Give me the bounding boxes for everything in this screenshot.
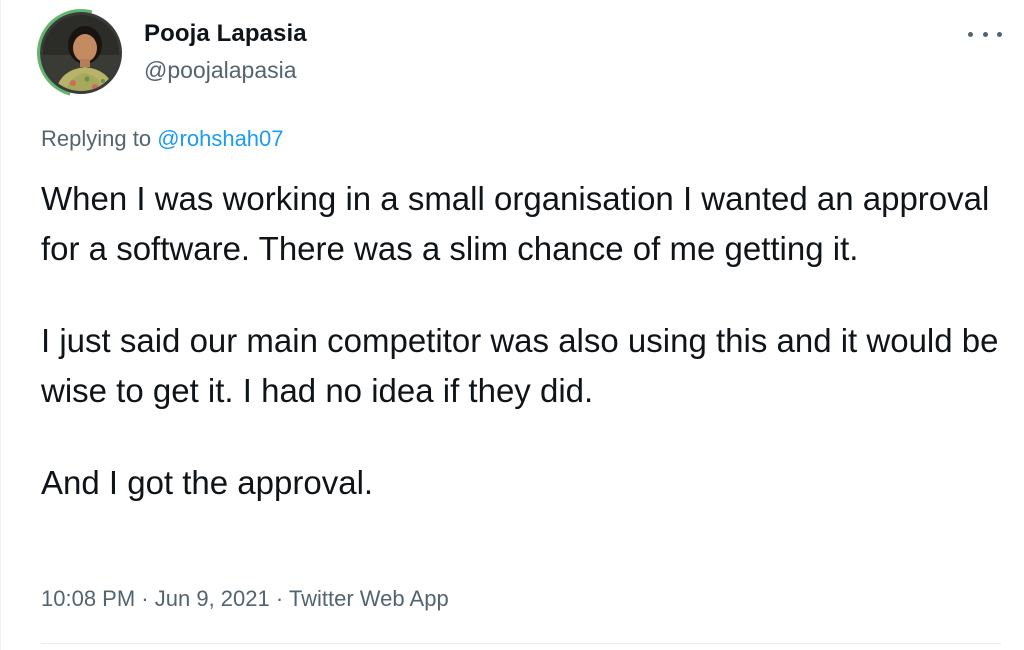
dot [982, 31, 988, 37]
tweet-paragraph: And I got the approval. [41, 464, 374, 501]
tweet-paragraph: When I was working in a small organisati… [41, 180, 990, 267]
author-name[interactable]: Pooja Lapasia [144, 20, 307, 48]
dot [968, 31, 973, 37]
author-handle[interactable]: @poojalapasia [144, 57, 297, 84]
dot [997, 31, 1002, 37]
tweet-paragraph: I just said our main competitor was also… [41, 322, 999, 409]
more-horizontal-icon[interactable] [968, 24, 1002, 44]
replying-to: Replying to @rohshah07 [41, 126, 284, 152]
tweet-meta: 10:08 PM · Jun 9, 2021 · Twitter Web App [41, 586, 449, 612]
divider [41, 643, 1001, 644]
avatar[interactable] [40, 12, 122, 94]
meta-separator: · [275, 586, 284, 611]
tweet-time[interactable]: 10:08 PM [41, 586, 135, 611]
tweet-source: Twitter Web App [288, 586, 449, 611]
tweet-text: When I was working in a small organisati… [41, 174, 1001, 508]
reply-target-link[interactable]: @rohshah07 [157, 126, 283, 151]
replying-to-label: Replying to [41, 126, 152, 151]
tweet-card: Pooja Lapasia @poojalapasia Replying to … [0, 0, 1024, 650]
thread-line [0, 0, 1, 650]
tweet-date[interactable]: Jun 9, 2021 [155, 586, 270, 611]
meta-separator: · [141, 586, 149, 611]
